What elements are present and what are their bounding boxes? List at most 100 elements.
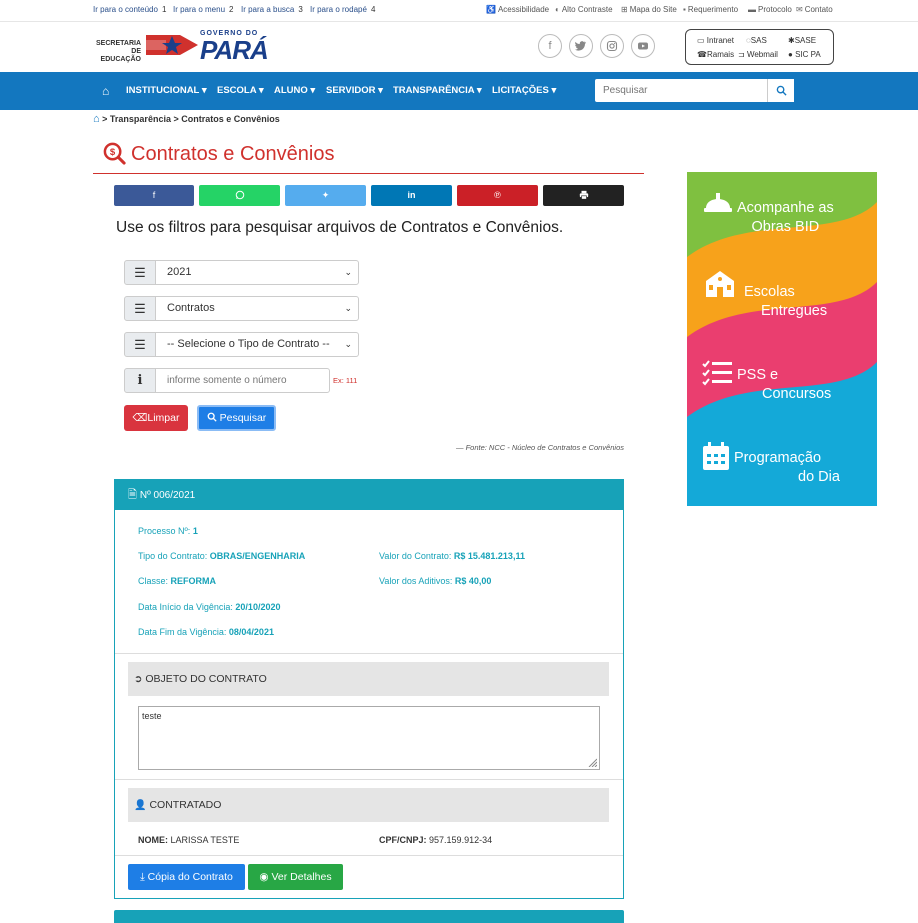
divider (115, 653, 623, 654)
webmail-link[interactable]: ⊐ Webmail (738, 50, 778, 59)
nav-item-institucional[interactable]: INSTITUCIONAL ▾ (126, 85, 207, 96)
home-icon[interactable]: ⌂ (93, 113, 100, 125)
caret-down-icon: ▾ (378, 85, 383, 96)
search-money-icon: $ (103, 142, 126, 165)
divider (115, 855, 623, 856)
share-whatsapp-button[interactable] (199, 185, 280, 206)
twitter-icon: ✦ (321, 190, 330, 200)
objeto-section-header: ➲ OBJETO DO CONTRATO (128, 662, 609, 696)
page-title: Contratos e Convênios (131, 143, 335, 165)
clear-button[interactable]: ⌫Limpar (124, 405, 188, 431)
contact-link[interactable]: ✉ Contato (796, 5, 833, 14)
search-box (595, 79, 794, 102)
chevron-circle-right-icon: ➲ (134, 674, 143, 685)
sase-link[interactable]: ✱SASE (788, 36, 816, 45)
number-hint: Ex: 111 (333, 376, 358, 385)
share-facebook-button[interactable]: f (114, 185, 194, 206)
sic-pa-link[interactable]: ● SIC PA (788, 50, 821, 59)
processo-field: Processo Nº: 1 (138, 526, 198, 536)
next-contract-card-header (114, 910, 624, 923)
list-icon: ☰ (124, 260, 156, 285)
share-twitter-button[interactable]: ✦ (285, 185, 366, 206)
divider (115, 779, 623, 780)
caret-down-icon: ▾ (476, 85, 482, 96)
home-icon[interactable]: ⌂ (102, 84, 109, 98)
sitemap-link[interactable]: ⊞ Mapa do Site (621, 5, 677, 14)
title-divider (93, 173, 644, 174)
skip-to-content-link[interactable]: Ir para o conteúdo 1 (93, 5, 166, 14)
breadcrumb-item-transparencia[interactable]: Transparência (110, 114, 171, 124)
high-contrast-link[interactable]: ◐ Alto Contraste (555, 5, 613, 14)
ramais-link[interactable]: ☎Ramais (697, 50, 734, 59)
print-button[interactable] (543, 185, 624, 206)
caret-down-icon: ▾ (201, 85, 207, 96)
banner-escolas-entregues[interactable]: Escolas Entregues (744, 283, 827, 321)
contratado-section-header: 👤 CONTRATADO (128, 788, 609, 822)
contract-card: 🗎 Nº 006/2021 Processo Nº: 1 Tipo do Cont… (114, 479, 624, 899)
user-icon: 👤 (134, 800, 147, 811)
accessibility-link[interactable]: ♿ Acessibilidade (486, 5, 549, 14)
search-submit-button[interactable]: Pesquisar (197, 405, 276, 431)
intranet-link[interactable]: ▭ Intranet (697, 36, 734, 45)
chevron-down-icon: ⌄ (344, 339, 352, 349)
nav-item-transparencia[interactable]: TRANSPARÊNCIA ▾ (393, 85, 482, 96)
category-select[interactable]: Contratos ⌄ (155, 296, 359, 321)
info-icon: ● (788, 50, 793, 59)
year-select[interactable]: 2021 ⌄ (155, 260, 359, 285)
number-input[interactable] (155, 368, 330, 393)
objeto-textarea[interactable]: teste (138, 706, 600, 770)
checklist-icon (702, 360, 732, 386)
school-icon (706, 271, 734, 297)
accessibility-bar: Ir para o conteúdo 1 Ir para o menu 2 Ir p… (0, 0, 918, 22)
contract-type-select[interactable]: -- Selecione o Tipo de Contrato -- ⌄ (155, 332, 359, 357)
nav-item-escola[interactable]: ESCOLA ▾ (217, 85, 264, 96)
resize-handle-icon[interactable] (587, 757, 597, 767)
caret-down-icon: ▾ (551, 85, 557, 96)
contractor-cpf: CPF/CNPJ: 957.159.912-34 (379, 835, 493, 845)
search-input[interactable] (595, 79, 767, 102)
secretaria-logo-text: SECRETARIA DE EDUCAÇÃO (96, 40, 141, 63)
sitemap-icon: ⊞ (621, 5, 628, 14)
banner-obras-bid[interactable]: Acompanhe as Obras BID (737, 199, 834, 237)
protocolo-link[interactable]: ▬ Protocolo (748, 5, 792, 14)
helmet-icon (704, 193, 732, 212)
breadcrumb: ⌂ > Transparência > Contratos e Convênio… (93, 113, 280, 125)
calendar-icon (703, 442, 729, 470)
nav-item-servidor[interactable]: SERVIDOR ▾ (326, 85, 383, 96)
contract-card-header: 🗎 Nº 006/2021 (115, 480, 623, 510)
source-note: — Fonte: NCC - Núcleo de Contratos e Con… (456, 443, 624, 452)
search-button[interactable] (767, 79, 794, 102)
main-navigation: ⌂ INSTITUCIONAL ▾ ESCOLA ▾ ALUNO ▾ SERVI… (0, 72, 918, 110)
chevron-down-icon: ⌄ (344, 267, 352, 277)
requerimento-link[interactable]: ▪ Requerimento (683, 5, 738, 14)
share-linkedin-button[interactable]: in (371, 185, 452, 206)
search-icon (207, 412, 217, 422)
skip-to-footer-link[interactable]: Ir para o rodapé 4 (310, 5, 375, 14)
info-icon: i (124, 368, 156, 393)
share-pinterest-button[interactable]: ℗ (457, 185, 538, 206)
banner-programacao[interactable]: Programação do Dia (734, 449, 840, 487)
skip-to-menu-link[interactable]: Ir para o menu 2 (173, 5, 233, 14)
nav-item-aluno[interactable]: ALUNO ▾ (274, 85, 315, 96)
fim-vigencia-field: Data Fim da Vigência: 08/04/2021 (138, 627, 274, 637)
print-icon (579, 190, 588, 200)
sas-link[interactable]: ◌SAS (746, 36, 767, 45)
phone-icon: ☎ (697, 50, 707, 59)
facebook-icon[interactable]: f (538, 34, 562, 58)
para-flag-logo[interactable] (146, 31, 198, 59)
caret-down-icon: ▾ (258, 85, 264, 96)
contract-copy-button[interactable]: ⤓ Cópia do Contrato (128, 864, 245, 890)
youtube-icon[interactable] (631, 34, 655, 58)
gear-icon: ✱ (788, 36, 795, 45)
instagram-icon[interactable] (600, 34, 624, 58)
side-banner: Acompanhe as Obras BID Escolas Entregues P… (687, 172, 877, 506)
twitter-icon[interactable] (569, 34, 593, 58)
nav-item-licitacoes[interactable]: LICITAÇÕES ▾ (492, 85, 556, 96)
download-icon: ⤓ (140, 871, 145, 883)
contractor-name: NOME: LARISSA TESTE (138, 835, 240, 845)
banner-pss-concursos[interactable]: PSS e Concursos (737, 366, 831, 404)
details-button[interactable]: ◉ Ver Detalhes (248, 864, 343, 890)
monitor-icon: ▭ (697, 36, 705, 45)
inicio-vigencia-field: Data Início da Vigência: 20/10/2020 (138, 602, 281, 612)
skip-to-search-link[interactable]: Ir para a busca 3 (241, 5, 303, 14)
